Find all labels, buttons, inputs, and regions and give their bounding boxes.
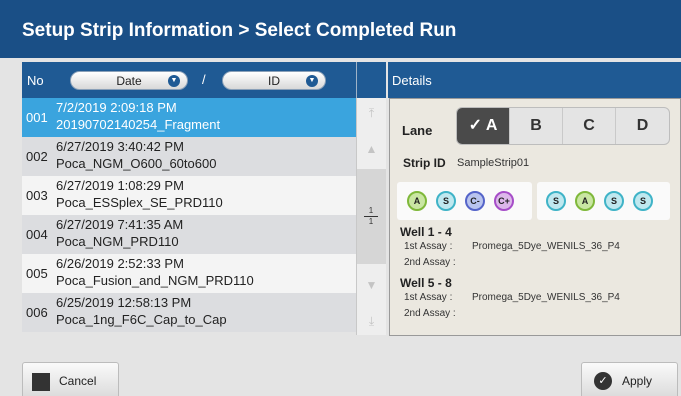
scroll-thumb[interactable]: 1 1 [357, 169, 386, 264]
run-name: 20190702140254_Fragment [56, 117, 221, 132]
page-current: 1 [368, 206, 374, 215]
run-row[interactable]: 001 7/2/2019 2:09:18 PM 20190702140254_F… [22, 98, 356, 137]
cancel-label: Cancel [59, 374, 97, 388]
assay-1-label: 1st Assay : [404, 241, 453, 252]
check-icon: ✓ [468, 117, 482, 134]
lane-label: Lane [402, 123, 433, 138]
run-number: 002 [26, 149, 48, 164]
page-indicator: 1 1 [364, 207, 378, 226]
run-number: 004 [26, 227, 48, 242]
assay-2-label: 2nd Assay : [404, 257, 456, 268]
sort-id-button[interactable]: ID ▼ [222, 71, 326, 90]
lane-c-button[interactable]: C [563, 108, 616, 144]
run-row[interactable]: 006 6/25/2019 12:58:13 PM Poca_1ng_F6C_C… [22, 293, 356, 332]
run-row[interactable]: 002 6/27/2019 3:40:42 PM Poca_NGM_O600_6… [22, 137, 356, 176]
column-header-no: No [22, 62, 56, 98]
well-circle: S [633, 191, 653, 211]
lane-selector: ✓ A B C D [456, 107, 670, 145]
well-circle: S [546, 191, 566, 211]
scroll-down-icon[interactable]: ▼ [357, 274, 386, 296]
run-date: 6/27/2019 7:41:35 AM [56, 217, 184, 232]
run-date: 6/25/2019 12:58:13 PM [56, 295, 192, 310]
run-row[interactable]: 004 6/27/2019 7:41:35 AM Poca_NGM_PRD110 [22, 215, 356, 254]
assay-1-value: Promega_5Dye_WENILS_36_P4 [472, 241, 620, 252]
apply-label: Apply [622, 374, 653, 388]
assay-1-label: 1st Assay : [404, 292, 453, 303]
page-total: 1 [368, 217, 374, 226]
details-panel: Lane ✓ A B C D Strip ID SampleStrip01 A … [389, 98, 681, 336]
wells-1-4: A S C- C+ [397, 182, 532, 220]
run-row[interactable]: 005 6/26/2019 2:52:33 PM Poca_Fusion_and… [22, 254, 356, 293]
well-circle: S [604, 191, 624, 211]
run-number: 005 [26, 266, 48, 281]
run-name: Poca_NGM_O600_60to600 [56, 156, 217, 171]
strip-id-value: SampleStrip01 [457, 157, 530, 169]
lane-b-button[interactable]: B [510, 108, 563, 144]
run-number: 006 [26, 305, 48, 320]
run-number: 001 [26, 110, 48, 125]
run-row[interactable]: 003 6/27/2019 1:08:29 PM Poca_ESSplex_SE… [22, 176, 356, 215]
wells-5-8: S A S S [537, 182, 670, 220]
lane-d-button[interactable]: D [616, 108, 669, 144]
scroll-up-icon[interactable]: ▲ [357, 138, 386, 160]
run-name: Poca_1ng_F6C_Cap_to_Cap [56, 312, 227, 327]
assay-2-label: 2nd Assay : [404, 308, 456, 319]
page-title: Setup Strip Information > Select Complet… [0, 0, 681, 58]
scroll-header [356, 62, 386, 98]
sort-date-label: Date [116, 74, 142, 88]
well-circle: C+ [494, 191, 514, 211]
assay-1-value: Promega_5Dye_WENILS_36_P4 [472, 292, 620, 303]
well-1-4-title: Well 1 - 4 [400, 225, 452, 239]
well-circle: S [436, 191, 456, 211]
list-scrollbar[interactable]: ⤒ ▲ 1 1 ▼ ⤓ [356, 98, 386, 335]
lane-a-button[interactable]: ✓ A [457, 108, 510, 144]
run-name: Poca_Fusion_and_NGM_PRD110 [56, 273, 254, 288]
cancel-button[interactable]: Cancel [22, 362, 119, 396]
strip-id-label: Strip ID [403, 156, 446, 170]
run-date: 7/2/2019 2:09:18 PM [56, 100, 177, 115]
run-date: 6/26/2019 2:52:33 PM [56, 256, 184, 271]
details-header: Details [388, 62, 681, 98]
chevron-down-icon: ▼ [168, 75, 180, 87]
run-name: Poca_NGM_PRD110 [56, 234, 179, 249]
sort-date-button[interactable]: Date ▼ [70, 71, 188, 90]
sort-id-label: ID [268, 74, 280, 88]
run-date: 6/27/2019 1:08:29 PM [56, 178, 184, 193]
sort-controls: Date ▼ / ID ▼ [56, 62, 356, 98]
lane-a-label: A [485, 117, 498, 134]
stop-icon [32, 373, 50, 391]
apply-button[interactable]: ✓ Apply [581, 362, 678, 396]
check-circle-icon: ✓ [594, 372, 612, 390]
chevron-down-icon: ▼ [306, 75, 318, 87]
well-circle: C- [465, 191, 485, 211]
run-date: 6/27/2019 3:40:42 PM [56, 139, 184, 154]
well-circle: A [575, 191, 595, 211]
sort-separator: / [202, 72, 206, 87]
scroll-top-icon[interactable]: ⤒ [357, 102, 386, 124]
run-number: 003 [26, 188, 48, 203]
run-name: Poca_ESSplex_SE_PRD110 [56, 195, 223, 210]
well-circle: A [407, 191, 427, 211]
well-5-8-title: Well 5 - 8 [400, 276, 452, 290]
scroll-bottom-icon[interactable]: ⤓ [357, 310, 386, 332]
